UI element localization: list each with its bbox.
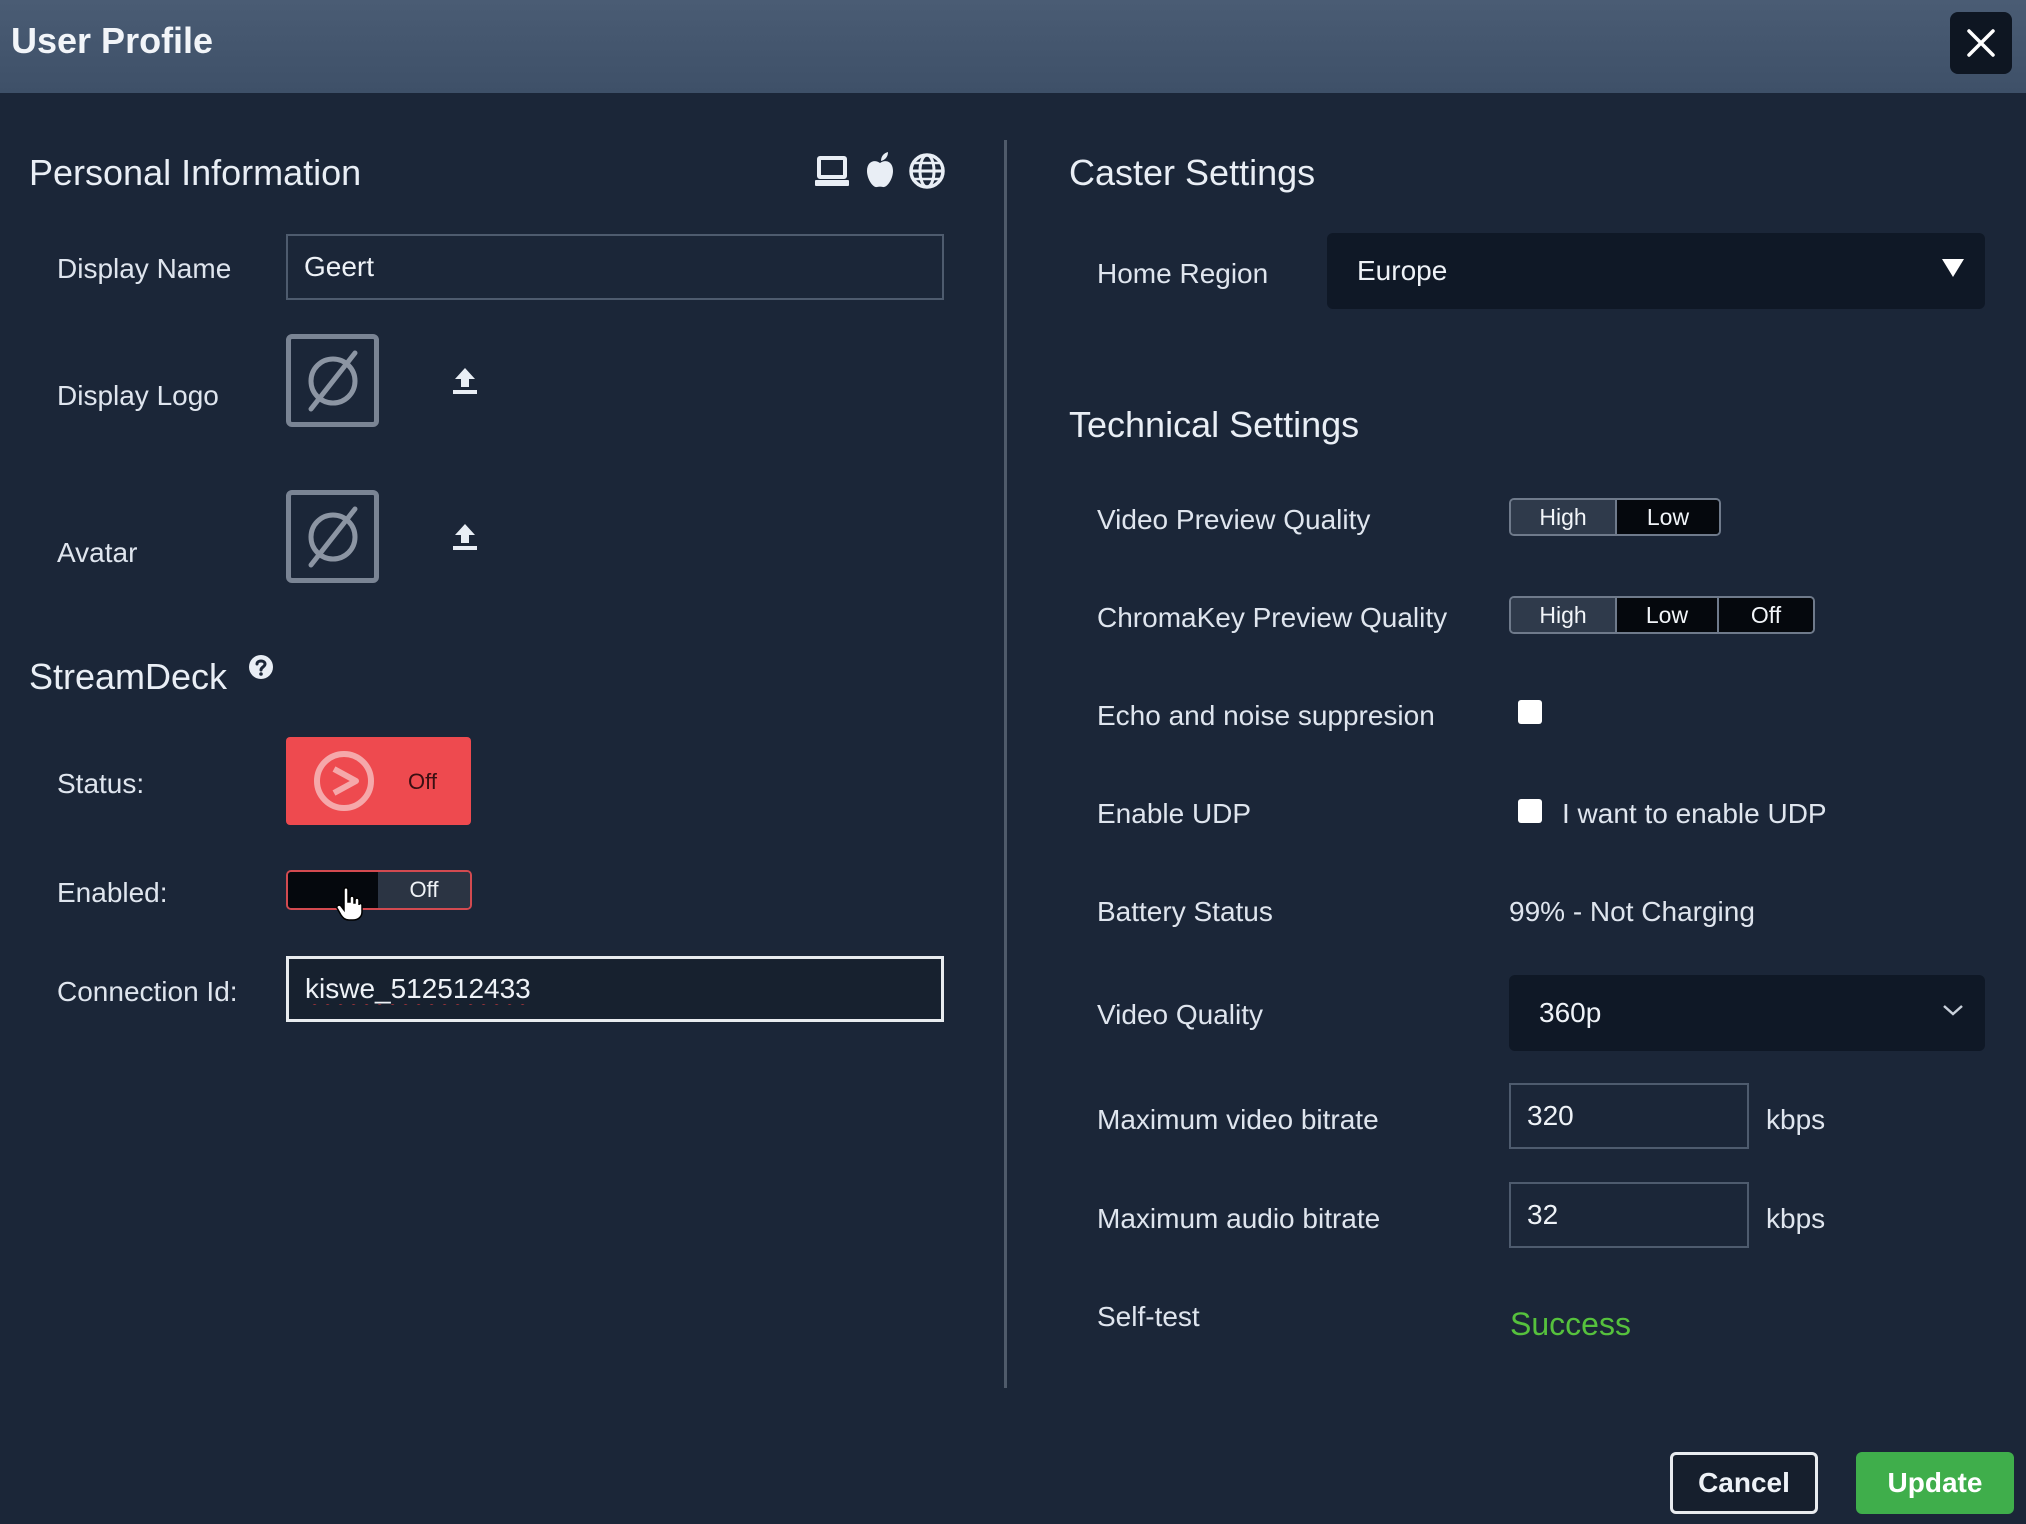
battery-status-value: 99% - Not Charging xyxy=(1509,896,1755,927)
avatar-placeholder[interactable] xyxy=(286,490,379,583)
max-video-bitrate-input[interactable] xyxy=(1509,1083,1749,1149)
enabled-toggle[interactable]: Off xyxy=(286,870,472,910)
battery-status-label: Battery Status xyxy=(1097,896,1273,927)
globe-icon xyxy=(909,153,945,189)
enabled-label: Enabled: xyxy=(57,877,168,908)
update-button[interactable]: Update xyxy=(1856,1452,2014,1514)
enable-udp-label: Enable UDP xyxy=(1097,798,1252,829)
empty-set-icon xyxy=(308,506,358,568)
connection-id-label: Connection Id: xyxy=(57,976,238,1007)
technical-settings-heading: Technical Settings xyxy=(1069,404,1360,445)
caster-settings-heading: Caster Settings xyxy=(1069,152,1316,193)
home-region-value: Europe xyxy=(1357,255,1448,286)
toggle-off-side[interactable]: Off xyxy=(378,872,470,908)
self-test-label: Self-test xyxy=(1097,1301,1200,1332)
connection-id-input[interactable] xyxy=(286,956,944,1022)
display-logo-label: Display Logo xyxy=(57,380,219,411)
upload-avatar-icon[interactable] xyxy=(450,522,480,552)
chevron-down-icon xyxy=(1943,1005,1963,1016)
display-name-input[interactable] xyxy=(286,234,944,300)
personal-info-heading: Personal Information xyxy=(29,152,362,193)
echo-noise-label: Echo and noise suppresion xyxy=(1097,700,1435,731)
self-test-status: Success xyxy=(1510,1306,1631,1342)
display-logo-placeholder[interactable] xyxy=(286,334,379,427)
video-preview-quality-label: Video Preview Quality xyxy=(1097,504,1371,535)
enable-udp-checkbox-label[interactable]: I want to enable UDP xyxy=(1562,798,1827,830)
cancel-button[interactable]: Cancel xyxy=(1670,1452,1818,1514)
hand-cursor-icon xyxy=(336,887,363,921)
video-preview-low-option[interactable]: Low xyxy=(1615,500,1719,534)
echo-noise-checkbox[interactable] xyxy=(1518,700,1542,724)
chromakey-low-option[interactable]: Low xyxy=(1615,598,1717,632)
home-region-select[interactable]: Europe xyxy=(1327,233,1985,309)
video-quality-label: Video Quality xyxy=(1097,999,1264,1030)
user-profile-dialog: User Profile Personal Information Displa… xyxy=(0,0,2026,1524)
help-icon[interactable] xyxy=(248,654,274,680)
laptop-icon xyxy=(815,156,849,186)
caret-down-icon xyxy=(1942,259,1964,277)
max-video-bitrate-label: Maximum video bitrate xyxy=(1097,1104,1379,1135)
dialog-title: User Profile xyxy=(11,20,214,61)
chromakey-preview-quality-label: ChromaKey Preview Quality xyxy=(1097,602,1448,633)
chromakey-preview-quality-toggle: High Low Off xyxy=(1509,596,1815,634)
upload-logo-icon[interactable] xyxy=(450,366,480,396)
status-label: Status: xyxy=(57,768,145,799)
chromakey-off-option[interactable]: Off xyxy=(1717,598,1813,632)
display-name-label: Display Name xyxy=(57,253,232,284)
streamdeck-status-button[interactable]: Off xyxy=(286,737,471,825)
max-audio-bitrate-label: Maximum audio bitrate xyxy=(1097,1203,1381,1234)
max-video-bitrate-unit: kbps xyxy=(1766,1104,1826,1135)
title-bar: User Profile xyxy=(0,0,2026,93)
video-quality-value: 360p xyxy=(1539,997,1602,1028)
chromakey-high-option[interactable]: High xyxy=(1511,598,1615,632)
toggle-on-side[interactable] xyxy=(288,872,378,908)
max-audio-bitrate-unit: kbps xyxy=(1766,1203,1826,1234)
apple-icon xyxy=(867,152,893,188)
column-divider xyxy=(1004,140,1007,1388)
status-text: Off xyxy=(408,769,437,794)
video-quality-select[interactable]: 360p xyxy=(1509,975,1985,1051)
streamdeck-heading: StreamDeck xyxy=(29,656,228,697)
video-preview-high-option[interactable]: High xyxy=(1511,500,1615,534)
avatar-label: Avatar xyxy=(57,537,138,568)
close-button[interactable] xyxy=(1950,12,2012,74)
home-region-label: Home Region xyxy=(1097,258,1269,289)
video-preview-quality-toggle: High Low xyxy=(1509,498,1721,536)
empty-set-icon xyxy=(308,350,358,412)
max-audio-bitrate-input[interactable] xyxy=(1509,1182,1749,1248)
close-icon xyxy=(1967,29,1995,57)
enable-udp-checkbox[interactable] xyxy=(1518,799,1542,823)
elgato-logo-icon xyxy=(314,751,374,811)
